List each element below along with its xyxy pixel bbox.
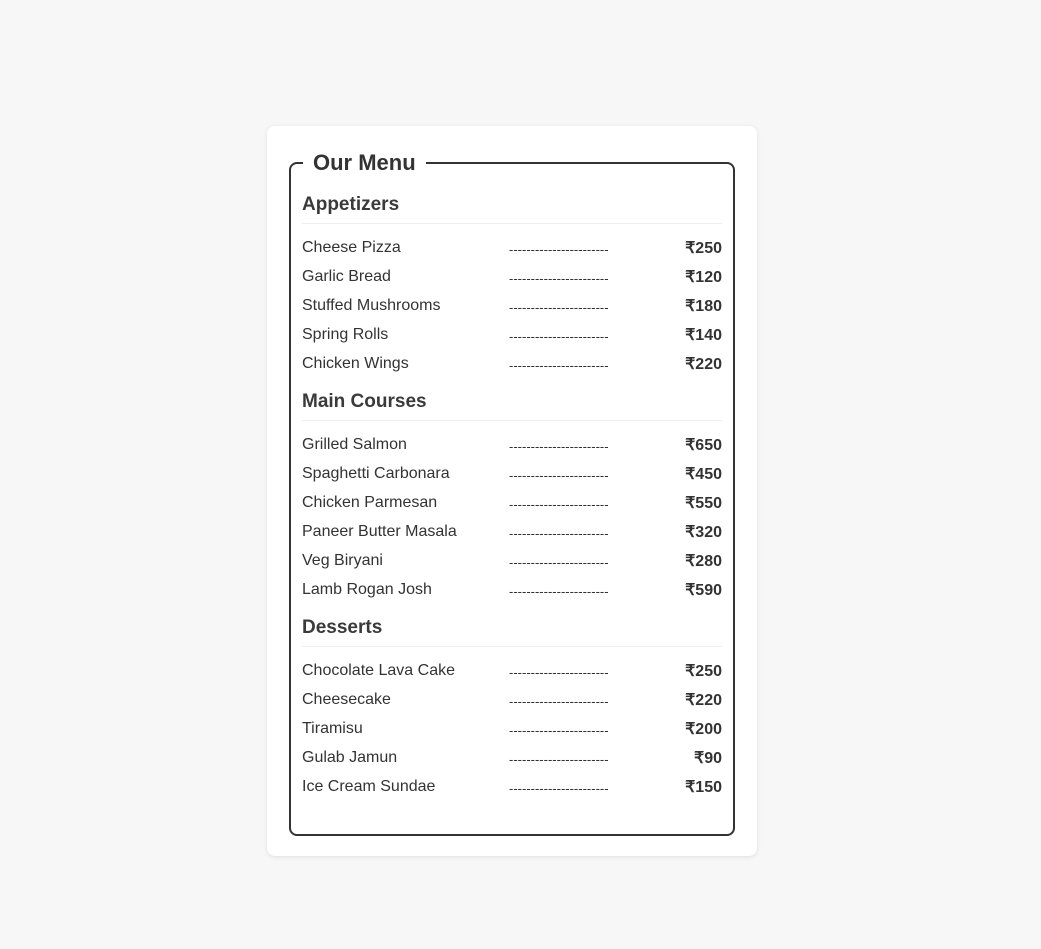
- section-main-courses: Main Courses Grilled Salmon ------------…: [302, 384, 722, 610]
- menu-item-list: Grilled Salmon ----------------------- ₹…: [302, 421, 722, 610]
- menu-item: Spaghetti Carbonara --------------------…: [302, 459, 722, 488]
- section-title: Main Courses: [302, 384, 722, 421]
- item-leader-dots: -----------------------: [509, 299, 609, 315]
- menu-item: Spring Rolls ----------------------- ₹14…: [302, 320, 722, 349]
- item-price: ₹250: [685, 662, 722, 680]
- item-name: Tiramisu: [302, 719, 363, 737]
- section-title: Appetizers: [302, 187, 722, 224]
- menu-item: Lamb Rogan Josh ----------------------- …: [302, 575, 722, 604]
- menu-item: Chicken Parmesan -----------------------…: [302, 488, 722, 517]
- item-price: ₹150: [685, 778, 722, 796]
- item-price: ₹180: [685, 297, 722, 315]
- menu-item-list: Cheese Pizza ----------------------- ₹25…: [302, 224, 722, 384]
- menu-item: Stuffed Mushrooms ----------------------…: [302, 291, 722, 320]
- menu-card: Our Menu Appetizers Cheese Pizza -------…: [267, 126, 757, 856]
- item-name: Cheesecake: [302, 690, 391, 708]
- item-leader-dots: -----------------------: [509, 357, 609, 373]
- item-price: ₹140: [685, 326, 722, 344]
- item-name: Gulab Jamun: [302, 748, 398, 766]
- item-leader-dots: -----------------------: [509, 467, 609, 483]
- item-price: ₹650: [685, 436, 722, 454]
- item-name: Paneer Butter Masala: [302, 522, 457, 540]
- item-leader-dots: -----------------------: [509, 438, 609, 454]
- menu-item: Chocolate Lava Cake --------------------…: [302, 656, 722, 685]
- menu-item: Chicken Wings ----------------------- ₹2…: [302, 349, 722, 378]
- section-appetizers: Appetizers Cheese Pizza ----------------…: [302, 187, 722, 384]
- item-price: ₹550: [685, 494, 722, 512]
- item-price: ₹220: [685, 691, 722, 709]
- item-leader-dots: -----------------------: [509, 241, 609, 257]
- menu-item-list: Chocolate Lava Cake --------------------…: [302, 647, 722, 807]
- item-price: ₹280: [685, 552, 722, 570]
- item-leader-dots: -----------------------: [509, 780, 609, 796]
- item-leader-dots: -----------------------: [509, 693, 609, 709]
- menu-item: Ice Cream Sundae -----------------------…: [302, 772, 722, 801]
- item-name: Lamb Rogan Josh: [302, 580, 432, 598]
- item-name: Garlic Bread: [302, 267, 391, 285]
- section-desserts: Desserts Chocolate Lava Cake -----------…: [302, 610, 722, 807]
- item-name: Ice Cream Sundae: [302, 777, 436, 795]
- item-leader-dots: -----------------------: [509, 583, 609, 599]
- menu-title: Our Menu: [313, 150, 416, 175]
- item-price: ₹320: [685, 523, 722, 541]
- item-name: Spring Rolls: [302, 325, 389, 343]
- item-price: ₹220: [685, 355, 722, 373]
- item-leader-dots: -----------------------: [509, 496, 609, 512]
- item-price: ₹120: [685, 268, 722, 286]
- item-price: ₹250: [685, 239, 722, 257]
- menu-item: Tiramisu ----------------------- ₹200: [302, 714, 722, 743]
- item-price: ₹450: [685, 465, 722, 483]
- item-name: Chocolate Lava Cake: [302, 661, 455, 679]
- item-leader-dots: -----------------------: [509, 722, 609, 738]
- section-title: Desserts: [302, 610, 722, 647]
- menu-item: Gulab Jamun ----------------------- ₹90: [302, 743, 722, 772]
- item-leader-dots: -----------------------: [509, 664, 609, 680]
- item-leader-dots: -----------------------: [509, 751, 609, 767]
- item-name: Chicken Wings: [302, 354, 409, 372]
- item-name: Stuffed Mushrooms: [302, 296, 441, 314]
- item-price: ₹90: [694, 749, 722, 767]
- item-price: ₹200: [685, 720, 722, 738]
- item-name: Grilled Salmon: [302, 435, 407, 453]
- menu-fieldset: Our Menu Appetizers Cheese Pizza -------…: [289, 150, 735, 836]
- item-leader-dots: -----------------------: [509, 328, 609, 344]
- menu-item: Paneer Butter Masala -------------------…: [302, 517, 722, 546]
- item-leader-dots: -----------------------: [509, 554, 609, 570]
- item-name: Cheese Pizza: [302, 238, 401, 256]
- menu-item: Cheese Pizza ----------------------- ₹25…: [302, 233, 722, 262]
- menu-item: Grilled Salmon ----------------------- ₹…: [302, 430, 722, 459]
- menu-item: Cheesecake ----------------------- ₹220: [302, 685, 722, 714]
- menu-item: Veg Biryani ----------------------- ₹280: [302, 546, 722, 575]
- item-name: Chicken Parmesan: [302, 493, 438, 511]
- item-name: Spaghetti Carbonara: [302, 464, 450, 482]
- item-name: Veg Biryani: [302, 551, 383, 569]
- item-price: ₹590: [685, 581, 722, 599]
- item-leader-dots: -----------------------: [509, 270, 609, 286]
- item-leader-dots: -----------------------: [509, 525, 609, 541]
- menu-item: Garlic Bread ----------------------- ₹12…: [302, 262, 722, 291]
